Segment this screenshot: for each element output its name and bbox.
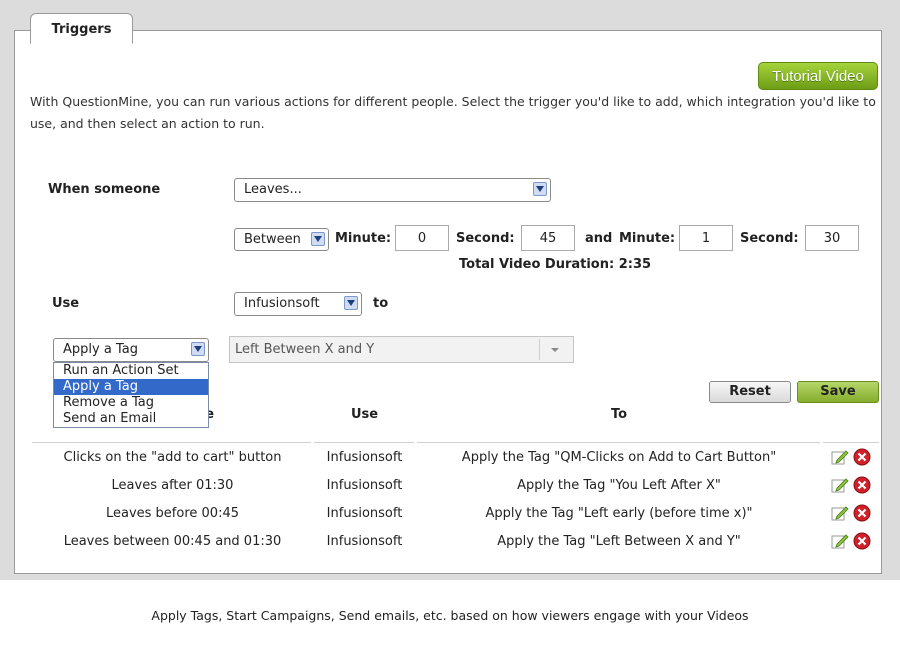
- edit-icon[interactable]: [831, 532, 849, 550]
- minute-label-2: Minute:: [619, 231, 676, 246]
- integration-select[interactable]: Infusionsoft: [234, 292, 362, 316]
- minute-end-input[interactable]: 1: [679, 225, 733, 251]
- dropdown-option[interactable]: Remove a Tag: [54, 395, 208, 411]
- tag-select-value: Left Between X and Y: [235, 342, 375, 357]
- header-divider: [314, 442, 414, 443]
- intro-text: With QuestionMine, you can run various a…: [30, 94, 876, 131]
- trigger-select[interactable]: Leaves...: [234, 178, 551, 202]
- delete-icon[interactable]: [853, 504, 871, 522]
- cell-when: Leaves after 01:30: [111, 478, 234, 493]
- second-start-input[interactable]: 45: [521, 225, 575, 251]
- cell-when: Leaves between 00:45 and 01:30: [63, 534, 282, 549]
- cell-use: Infusionsoft: [326, 506, 403, 521]
- second-label: Second:: [456, 231, 515, 246]
- edit-icon[interactable]: [831, 448, 849, 466]
- cell-to: Apply the Tag "Left early (before time x…: [485, 506, 753, 521]
- to-label: to: [373, 296, 389, 311]
- row-actions: [831, 448, 871, 466]
- header-divider: [32, 442, 311, 443]
- header-divider: [823, 442, 879, 443]
- tab-triggers[interactable]: Triggers: [30, 13, 133, 44]
- trigger-select-value: Leaves...: [244, 182, 302, 197]
- and-label: and: [585, 231, 613, 246]
- edit-icon[interactable]: [831, 476, 849, 494]
- delete-icon[interactable]: [853, 448, 871, 466]
- dropdown-option-selected[interactable]: Apply a Tag: [54, 379, 208, 395]
- chevron-down-icon: [311, 232, 325, 246]
- cell-to: Apply the Tag "You Left After X": [517, 478, 721, 493]
- cell-when: Leaves before 00:45: [105, 506, 239, 521]
- row-actions: [831, 476, 871, 494]
- when-someone-label: When someone: [48, 182, 161, 197]
- delete-icon[interactable]: [853, 532, 871, 550]
- cell-use: Infusionsoft: [326, 534, 403, 549]
- row-actions: [831, 532, 871, 550]
- chevron-down-icon: [551, 348, 559, 352]
- cell-to: Apply the Tag "Left Between X and Y": [497, 534, 741, 549]
- range-select-value: Between: [244, 232, 301, 247]
- action-dropdown-list: Run an Action Set Apply a Tag Remove a T…: [53, 362, 209, 428]
- header-divider: [417, 442, 820, 443]
- edit-icon[interactable]: [831, 504, 849, 522]
- row-actions: [831, 504, 871, 522]
- dropdown-option[interactable]: Run an Action Set: [54, 363, 208, 379]
- tag-select[interactable]: Left Between X and Y: [229, 336, 574, 363]
- column-header-to: To: [611, 407, 628, 422]
- video-duration: Total Video Duration: 2:35: [459, 257, 652, 272]
- reset-button[interactable]: Reset: [709, 381, 791, 403]
- second-label-2: Second:: [740, 231, 799, 246]
- action-select[interactable]: Apply a Tag: [53, 338, 209, 362]
- chevron-down-icon: [191, 342, 205, 356]
- dropdown-option[interactable]: Send an Email: [54, 411, 208, 427]
- cell-use: Infusionsoft: [326, 450, 403, 465]
- use-label: Use: [52, 296, 80, 311]
- minute-start-input[interactable]: 0: [395, 225, 449, 251]
- cell-when: Clicks on the "add to cart" button: [63, 450, 282, 465]
- integration-select-value: Infusionsoft: [244, 296, 320, 311]
- cell-to: Apply the Tag "QM-Clicks on Add to Cart …: [461, 450, 777, 465]
- select-divider: [539, 339, 540, 360]
- chevron-down-icon: [533, 182, 547, 196]
- minute-label: Minute:: [335, 231, 392, 246]
- save-button[interactable]: Save: [797, 381, 879, 403]
- second-end-input[interactable]: 30: [805, 225, 859, 251]
- action-select-value: Apply a Tag: [63, 342, 138, 357]
- page-caption: Apply Tags, Start Campaigns, Send emails…: [151, 608, 749, 623]
- chevron-down-icon: [344, 296, 358, 310]
- delete-icon[interactable]: [853, 476, 871, 494]
- range-select[interactable]: Between: [234, 228, 329, 251]
- tutorial-video-button[interactable]: Tutorial Video: [758, 62, 878, 90]
- cell-use: Infusionsoft: [326, 478, 403, 493]
- column-header-use: Use: [351, 407, 379, 422]
